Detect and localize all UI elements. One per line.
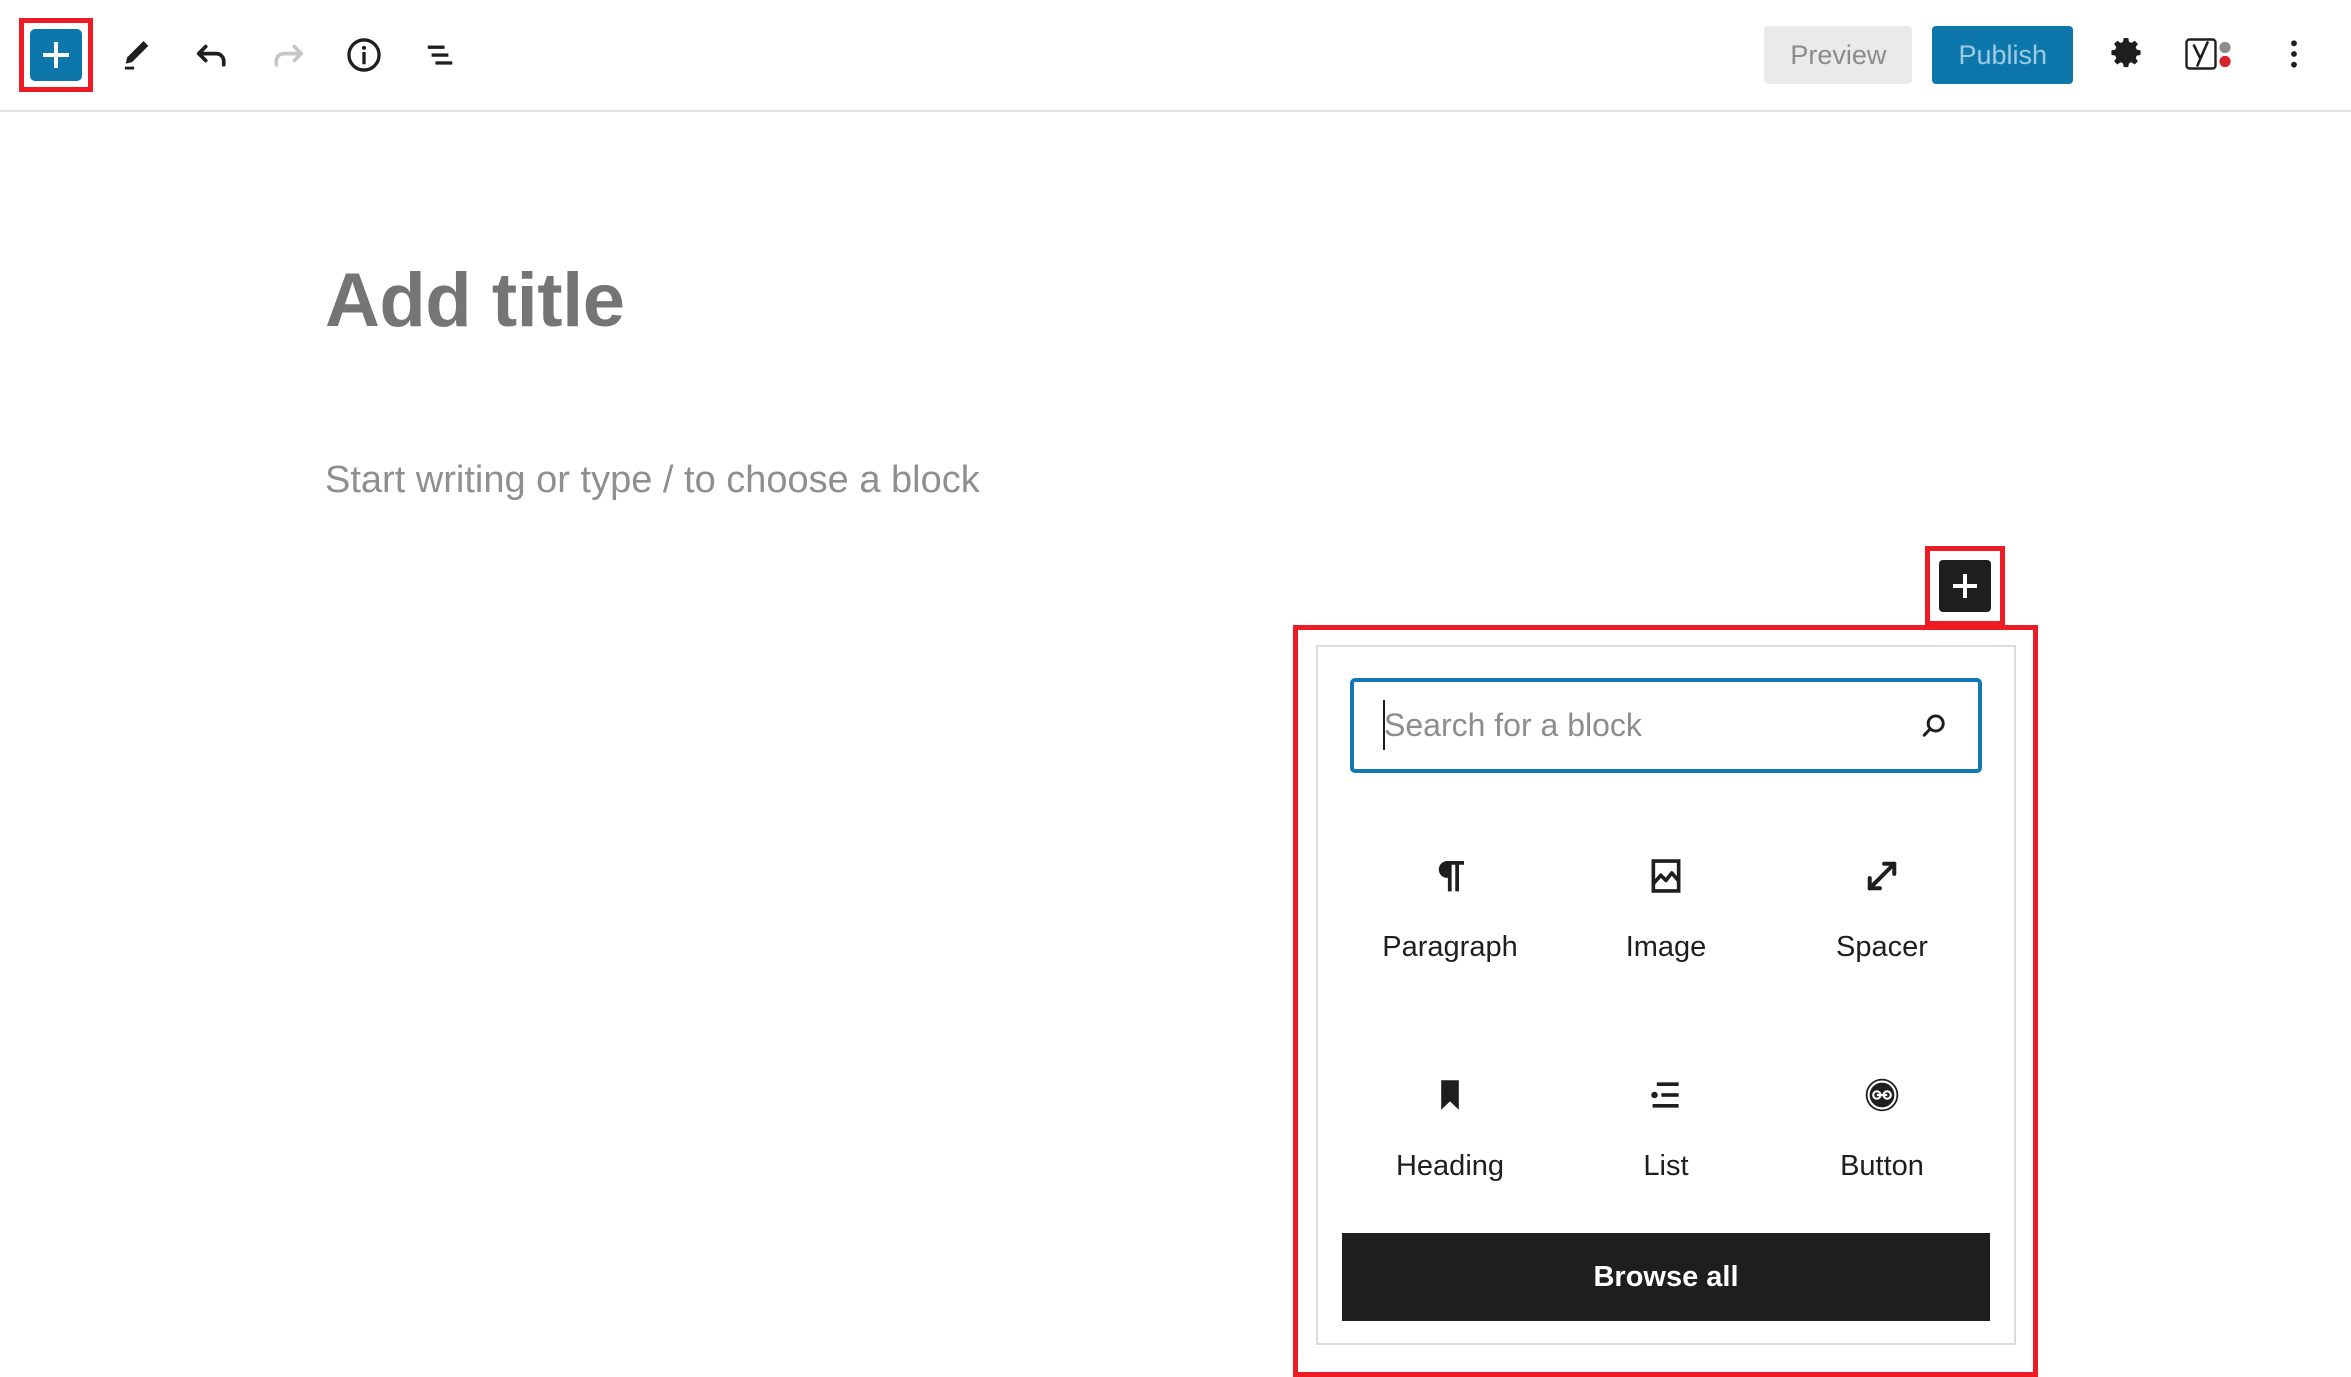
header-left-toolbar	[0, 0, 473, 110]
block-item-heading[interactable]: Heading	[1342, 1014, 1558, 1233]
plus-icon	[43, 42, 69, 68]
edit-mode-button[interactable]	[103, 22, 169, 88]
block-item-label: Heading	[1395, 1150, 1505, 1182]
block-search-input[interactable]	[1354, 682, 1978, 769]
search-field[interactable]	[1350, 678, 1982, 773]
default-block-placeholder[interactable]: Start writing or type / to choose a bloc…	[325, 459, 980, 502]
list-view-icon	[419, 34, 461, 76]
post-title-placeholder[interactable]: Add title	[325, 257, 625, 344]
pencil-icon	[116, 35, 156, 75]
block-item-label: Spacer	[1836, 931, 1928, 963]
block-item-button[interactable]: Button	[1774, 1014, 1990, 1233]
image-icon	[1643, 847, 1689, 905]
magnifier-icon	[1916, 708, 1952, 744]
header-right-toolbar: Preview Publish	[1764, 0, 2351, 110]
undo-button[interactable]	[179, 22, 245, 88]
preview-button[interactable]: Preview	[1764, 26, 1913, 84]
publish-button[interactable]: Publish	[1932, 26, 2073, 84]
bullet-list-icon	[1643, 1066, 1689, 1124]
pilcrow-icon	[1427, 847, 1473, 905]
button-circle-icon	[1859, 1066, 1905, 1124]
block-item-label: List	[1643, 1150, 1689, 1182]
block-type-grid: Paragraph Image Spacer Heading List Butt…	[1318, 773, 2014, 1233]
yoast-seo-button[interactable]	[2179, 24, 2241, 86]
info-circle-icon	[343, 34, 385, 76]
browse-all-button[interactable]: Browse all	[1342, 1233, 1990, 1321]
redo-button[interactable]	[255, 22, 321, 88]
block-item-label: Button	[1840, 1150, 1924, 1182]
block-item-paragraph[interactable]: Paragraph	[1342, 795, 1558, 1014]
settings-button[interactable]	[2095, 24, 2157, 86]
inserter-search-area	[1318, 647, 2014, 773]
editor-header: Preview Publish	[0, 0, 2351, 112]
block-item-list[interactable]: List	[1558, 1014, 1774, 1233]
gear-icon	[2106, 34, 2146, 77]
bookmark-icon	[1427, 1066, 1473, 1124]
details-button[interactable]	[331, 22, 397, 88]
block-appender-highlight	[1925, 546, 2005, 626]
block-item-label: Paragraph	[1382, 931, 1518, 963]
vertical-ellipsis-icon	[2274, 34, 2314, 77]
more-options-button[interactable]	[2263, 24, 2325, 86]
list-view-button[interactable]	[407, 22, 473, 88]
diagonal-arrows-icon	[1859, 847, 1905, 905]
undo-arrow-icon	[191, 34, 233, 76]
block-item-label: Image	[1625, 931, 1707, 963]
plus-icon	[1953, 574, 1977, 598]
block-appender-button[interactable]	[1939, 560, 1991, 612]
block-item-spacer[interactable]: Spacer	[1774, 795, 1990, 1014]
block-inserter-toggle-highlight	[19, 18, 93, 92]
block-inserter-toggle-button[interactable]	[30, 29, 82, 81]
block-inserter-popover: Paragraph Image	[1316, 645, 2016, 1345]
redo-arrow-icon	[267, 34, 309, 76]
yoast-logo-icon	[2185, 34, 2235, 76]
editor-canvas: Add title Start writing or type / to cho…	[0, 112, 2351, 1377]
block-item-image[interactable]: Image	[1558, 795, 1774, 1014]
